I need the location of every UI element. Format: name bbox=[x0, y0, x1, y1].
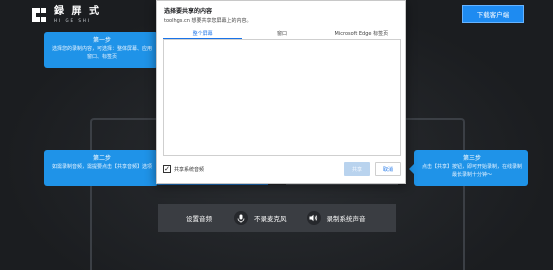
logo-mark-icon bbox=[30, 6, 48, 24]
step-three-title: 第三步 bbox=[462, 155, 481, 162]
step-three-tooltip: 第三步 点击【共享】按钮，即可开始录制，在线录制最长录制十分钟～ bbox=[409, 150, 528, 186]
dialog-subtitle: toolhgs.cn 想要共享您屏幕上的内容。 bbox=[164, 18, 252, 24]
brand-logo[interactable]: 録 屏 式 HI GE SHI bbox=[30, 6, 101, 24]
mic-toggle[interactable]: 不录麦克风 bbox=[234, 211, 287, 225]
audio-settings-label: 设置音频 bbox=[186, 215, 212, 223]
microphone-icon bbox=[234, 211, 248, 225]
brand-title: 録 屏 式 bbox=[54, 6, 101, 17]
speaker-icon bbox=[306, 211, 321, 225]
share-button[interactable]: 共享 bbox=[344, 162, 370, 176]
download-client-button[interactable]: 下载客户端 bbox=[462, 5, 524, 23]
step-one-title: 第一步 bbox=[92, 37, 111, 44]
share-audio-label: 共享系统音频 bbox=[174, 166, 205, 173]
brand-subtitle: HI GE SHI bbox=[54, 18, 92, 23]
share-source-list[interactable] bbox=[163, 40, 401, 156]
audio-settings-bar: 设置音频 不录麦克风 录制系统声音 bbox=[158, 204, 396, 232]
tooltip-arrow-icon bbox=[409, 164, 414, 174]
step-two-tooltip: 第二步 如需录制音频，需提要点击【共享音频】选项 bbox=[44, 150, 163, 186]
step-two-title: 第二步 bbox=[92, 155, 111, 162]
mic-label: 不录麦克风 bbox=[254, 215, 287, 223]
dialog-tabs: 整个屏幕 窗口 Microsoft Edge 标签页 bbox=[163, 29, 401, 40]
dialog-title: 选择要共享的内容 bbox=[164, 8, 213, 15]
tab-entire-screen[interactable]: 整个屏幕 bbox=[163, 29, 243, 39]
tab-window[interactable]: 窗口 bbox=[242, 29, 321, 39]
tab-edge-tab[interactable]: Microsoft Edge 标签页 bbox=[322, 29, 401, 39]
step-one-body: 选择您的录制内容，可选择：整体屏幕、应用窗口、标签页 bbox=[52, 46, 153, 61]
system-audio-label: 录制系统声音 bbox=[326, 215, 366, 223]
cancel-button[interactable]: 取消 bbox=[375, 162, 401, 176]
share-content-dialog: 选择要共享的内容 toolhgs.cn 想要共享您屏幕上的内容。 整个屏幕 窗口… bbox=[156, 0, 406, 184]
share-audio-checkbox[interactable]: ✓ bbox=[163, 165, 171, 173]
step-two-body: 如需录制音频，需提要点击【共享音频】选项 bbox=[52, 164, 153, 171]
step-one-tooltip: 第一步 选择您的录制内容，可选择：整体屏幕、应用窗口、标签页 bbox=[44, 32, 163, 68]
step-three-body: 点击【共享】按钮，即可开始录制，在线录制最长录制十分钟～ bbox=[422, 164, 523, 179]
system-audio-toggle[interactable]: 录制系统声音 bbox=[306, 211, 366, 225]
share-audio-row[interactable]: ✓ 共享系统音频 bbox=[163, 165, 204, 173]
